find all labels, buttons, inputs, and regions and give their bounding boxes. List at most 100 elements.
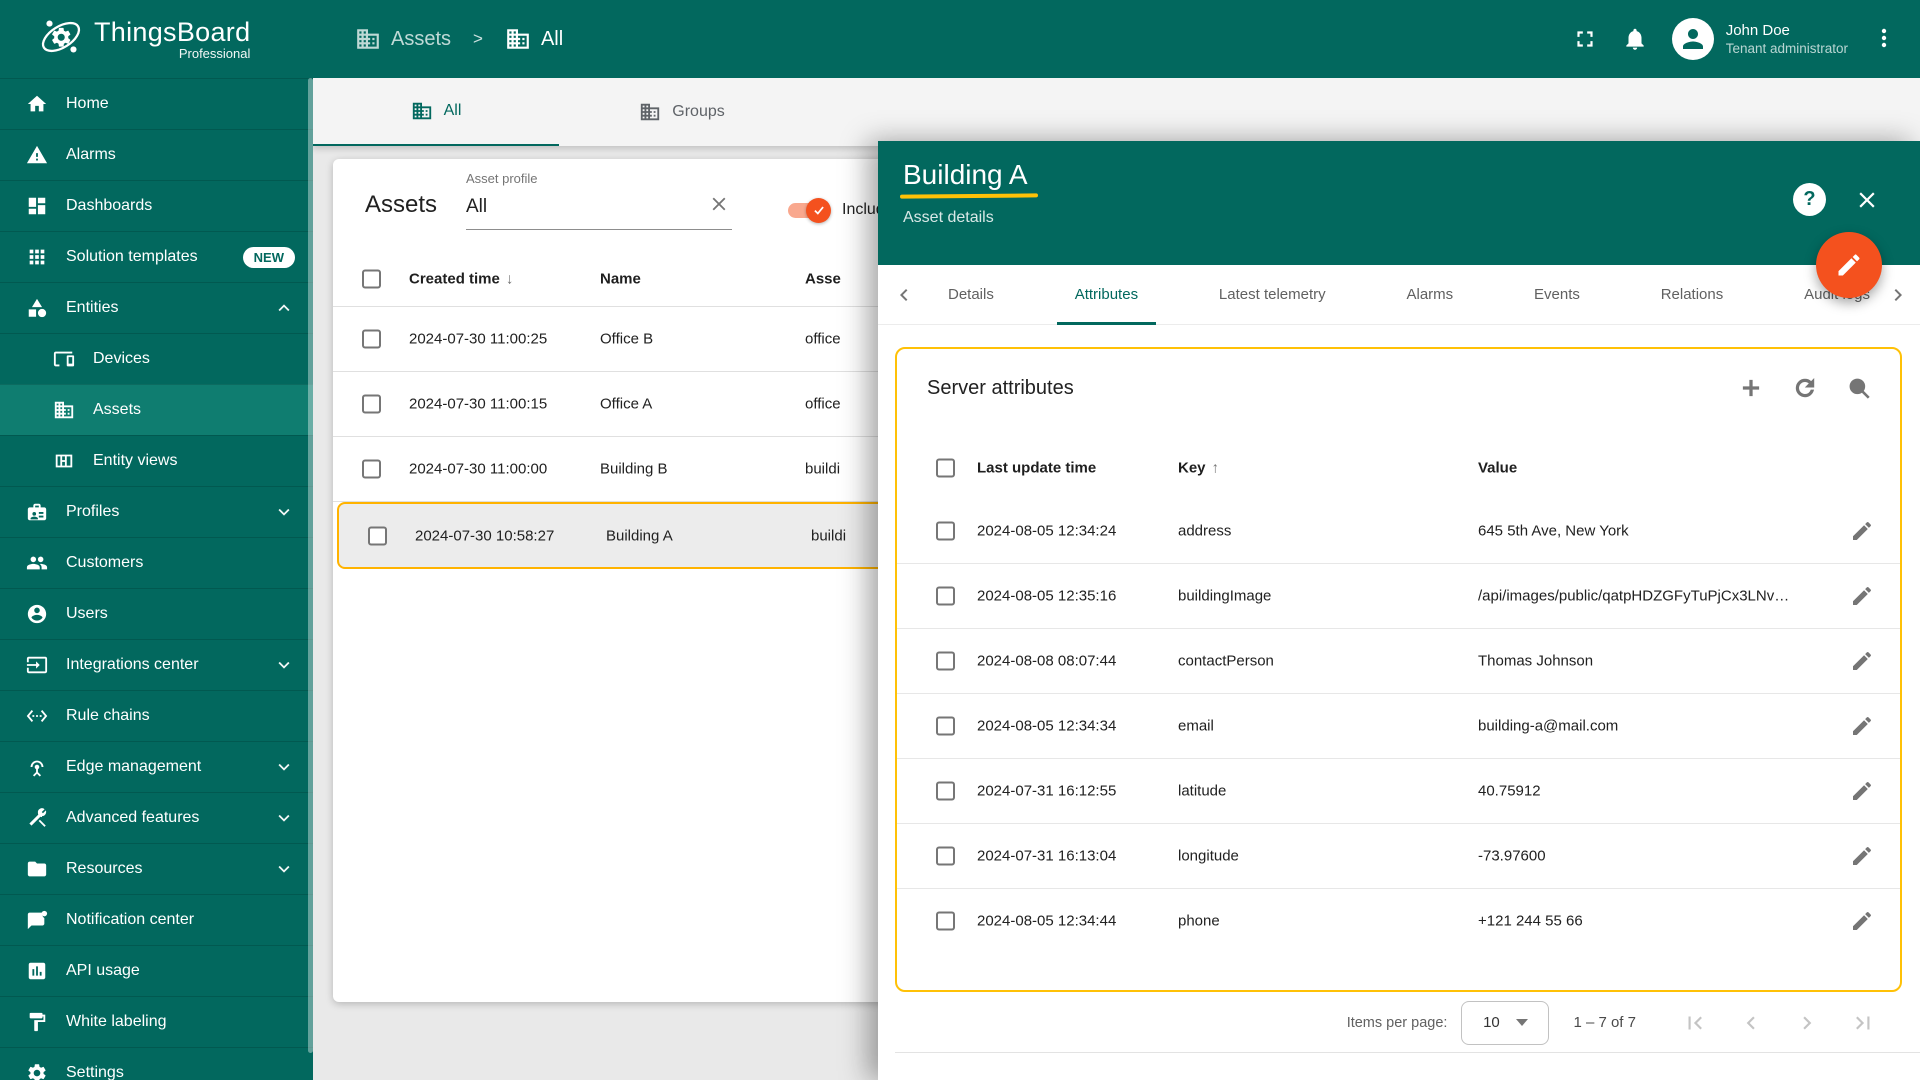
edit-attribute-icon[interactable] [1850,779,1874,803]
items-per-page-label: Items per page: [1346,1014,1448,1031]
chevron-down-icon [273,756,295,778]
include-customers-toggle[interactable]: Includ [788,197,885,223]
tab-relations[interactable]: Relations [1657,265,1728,325]
select-all-checkbox[interactable] [362,269,381,288]
col-last-update-time[interactable]: Last update time [977,459,1096,476]
sidebar-item-rule-chains[interactable]: Rule chains [0,690,313,741]
sidebar-scrollbar[interactable] [308,78,313,1053]
row-checkbox[interactable] [936,781,955,801]
kebab-menu-icon[interactable] [1872,26,1898,52]
attribute-row[interactable]: 2024-08-08 08:07:44 contactPerson Thomas… [897,628,1900,693]
row-checkbox[interactable] [362,329,381,349]
sidebar-item-edge-management[interactable]: Edge management [0,741,313,792]
clear-filter-icon[interactable] [708,193,730,220]
tab-details[interactable]: Details [944,265,998,325]
sidebar-nav: Home Alarms Dashboards Solution template… [0,78,313,1080]
row-checkbox[interactable] [936,846,955,866]
sidebar-item-notification-center[interactable]: Notification center [0,894,313,945]
attribute-row[interactable]: 2024-07-31 16:12:55 latitude 40.75912 [897,758,1900,823]
edit-attribute-icon[interactable] [1850,519,1874,543]
building-icon [52,398,76,422]
edit-attribute-icon[interactable] [1850,844,1874,868]
sidebar-item-entities[interactable]: Entities [0,282,313,333]
sidebar-item-entity-views[interactable]: Entity views [0,435,313,486]
sidebar-item-solution-templates[interactable]: Solution templates NEW [0,231,313,282]
col-key[interactable]: Key ↑ [1178,459,1219,476]
pager-buttons [1682,1010,1876,1036]
sidebar-item-integrations-center[interactable]: Integrations center [0,639,313,690]
last-page-icon[interactable] [1850,1010,1876,1036]
sidebar: ThingsBoard Professional Home Alarms Das… [0,0,313,1080]
attribute-row[interactable]: 2024-07-31 16:13:04 longitude -73.97600 [897,823,1900,888]
attribute-row[interactable]: 2024-08-05 12:34:24 address 645 5th Ave,… [897,498,1900,563]
row-checkbox[interactable] [936,716,955,736]
tab-all[interactable]: All [313,78,559,146]
sidebar-item-settings[interactable]: Settings [0,1047,313,1080]
toggle-switch[interactable] [788,197,831,223]
breadcrumb-assets[interactable]: Assets [355,26,451,52]
tab-latest-telemetry[interactable]: Latest telemetry [1215,265,1330,325]
sidebar-item-users[interactable]: Users [0,588,313,639]
col-value[interactable]: Value [1478,459,1517,476]
tabs-scroll-right-icon[interactable] [1886,283,1910,307]
edit-attribute-icon[interactable] [1850,649,1874,673]
row-checkbox[interactable] [362,459,381,479]
asset-profile-filter[interactable]: Asset profile All [466,171,732,230]
attribute-row[interactable]: 2024-08-05 12:34:44 phone +121 244 55 66 [897,888,1900,953]
edit-attribute-icon[interactable] [1850,909,1874,933]
tab-groups[interactable]: Groups [559,78,805,146]
row-checkbox[interactable] [936,651,955,671]
col-created-time[interactable]: Created time ↓ [409,270,513,287]
sidebar-item-customers[interactable]: Customers [0,537,313,588]
select-all-checkbox[interactable] [936,458,955,477]
user-menu[interactable]: John Doe Tenant administrator [1671,18,1848,60]
sidebar-item-resources[interactable]: Resources [0,843,313,894]
sidebar-item-dashboards[interactable]: Dashboards [0,180,313,231]
edit-attribute-icon[interactable] [1850,714,1874,738]
chevron-down-icon [273,807,295,829]
sidebar-item-profiles[interactable]: Profiles [0,486,313,537]
breadcrumb-all[interactable]: All [505,26,563,52]
sidebar-item-assets[interactable]: Assets [0,384,313,435]
prev-page-icon[interactable] [1738,1010,1764,1036]
sidebar-item-alarms[interactable]: Alarms [0,129,313,180]
row-checkbox[interactable] [936,586,955,606]
sidebar-item-devices[interactable]: Devices [0,333,313,384]
tab-alarms[interactable]: Alarms [1402,265,1457,325]
attribute-row[interactable]: 2024-08-05 12:34:34 email building-a@mai… [897,693,1900,758]
search-icon[interactable] [1846,375,1872,401]
asset-profile-value: All [466,195,488,217]
row-checkbox[interactable] [362,394,381,414]
close-icon[interactable] [1854,187,1880,213]
col-name[interactable]: Name [600,270,641,287]
fullscreen-icon[interactable] [1572,26,1598,52]
edit-fab-button[interactable] [1816,232,1882,298]
row-checkbox[interactable] [936,911,955,931]
tabs-scroll-left-icon[interactable] [892,283,916,307]
first-page-icon[interactable] [1682,1010,1708,1036]
chevron-down-icon [273,501,295,523]
page-range: 1 – 7 of 7 [1573,1014,1636,1031]
help-icon[interactable]: ? [1793,183,1826,216]
refresh-icon[interactable] [1792,375,1818,401]
row-checkbox[interactable] [368,526,387,545]
attribute-row[interactable]: 2024-08-05 12:35:16 buildingImage /api/i… [897,563,1900,628]
col-asset-profile[interactable]: Asse [805,270,841,287]
topbar-actions: John Doe Tenant administrator [1572,18,1920,60]
row-checkbox[interactable] [936,521,955,540]
bell-icon[interactable] [1622,26,1648,52]
chevron-down-icon [273,654,295,676]
edit-attribute-icon[interactable] [1850,584,1874,608]
tab-events[interactable]: Events [1530,265,1584,325]
category-shapes-icon [25,296,49,320]
add-attribute-icon[interactable] [1738,375,1764,401]
tab-attributes[interactable]: Attributes [1056,265,1157,325]
items-per-page-select[interactable]: 10 [1461,1000,1550,1045]
attributes-card-title: Server attributes [927,377,1074,399]
sidebar-item-advanced-features[interactable]: Advanced features [0,792,313,843]
building-icon [507,29,529,49]
sidebar-item-white-labeling[interactable]: White labeling [0,996,313,1047]
next-page-icon[interactable] [1794,1010,1820,1036]
sidebar-item-api-usage[interactable]: API usage [0,945,313,996]
sidebar-item-home[interactable]: Home [0,78,313,129]
